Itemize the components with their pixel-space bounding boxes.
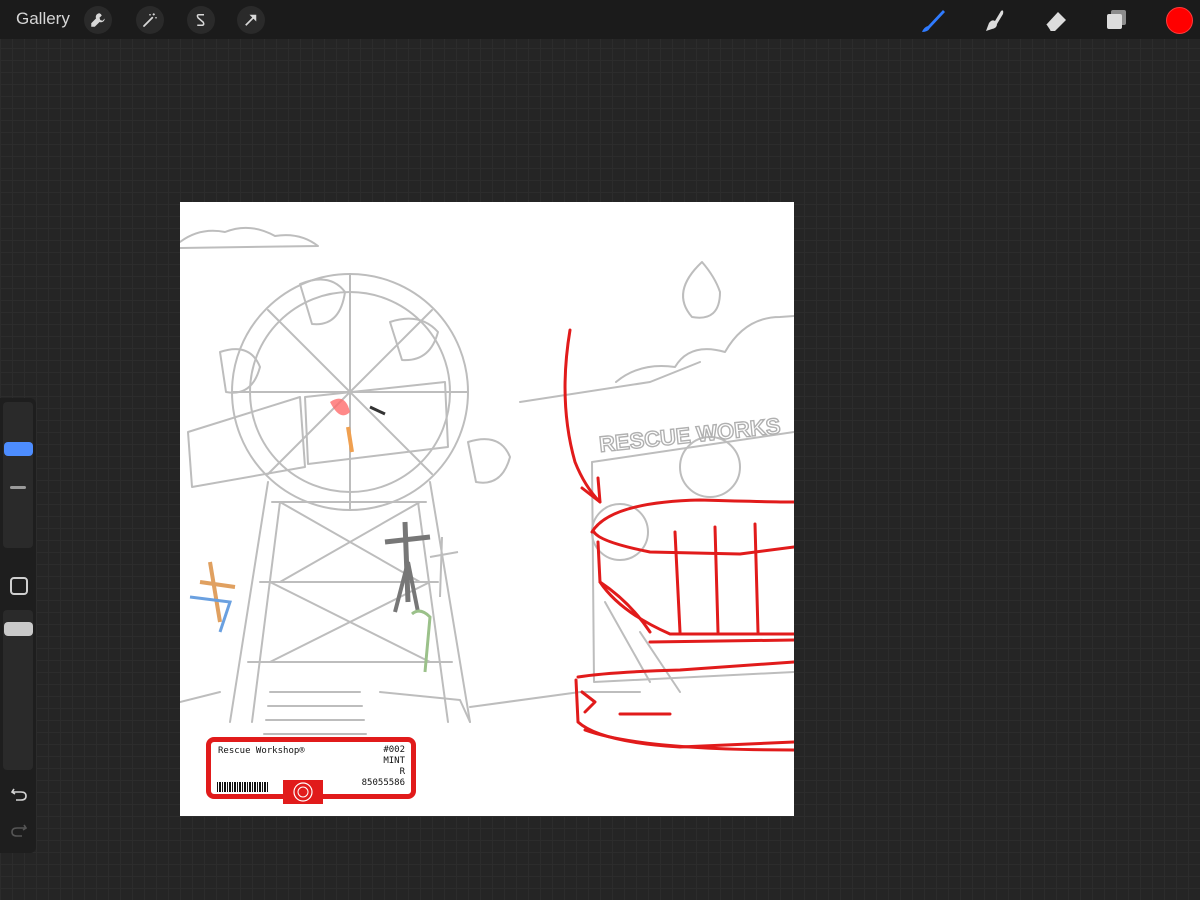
rescue-works-sign: RESCUE WORKS bbox=[598, 413, 782, 457]
slab-label-sticker: Rescue Workshop® #002 MINT R 85055586 bbox=[206, 737, 416, 804]
sticker-number: #002 bbox=[383, 745, 405, 755]
sticker-title: Rescue Workshop® bbox=[218, 746, 305, 756]
slider-tick bbox=[10, 486, 26, 489]
brush-size-thumb[interactable] bbox=[4, 442, 33, 456]
redo-icon[interactable] bbox=[10, 821, 28, 844]
layers-icon[interactable] bbox=[1102, 5, 1132, 35]
sketch-artwork: RESCUE WORKS bbox=[180, 226, 794, 752]
colored-figures bbox=[189, 398, 459, 673]
transform-arrow-icon[interactable] bbox=[237, 6, 265, 34]
sticker-badge bbox=[283, 780, 323, 804]
top-toolbar: Gallery bbox=[0, 0, 1200, 39]
wrench-icon[interactable] bbox=[84, 6, 112, 34]
smudge-icon[interactable] bbox=[979, 5, 1009, 35]
barcode bbox=[217, 782, 269, 792]
sticker-grade: MINT bbox=[383, 756, 405, 766]
side-panel bbox=[0, 398, 36, 853]
square-modify-icon[interactable] bbox=[10, 577, 28, 595]
red-sketch bbox=[563, 328, 794, 752]
sticker-mark: R bbox=[399, 767, 405, 777]
brush-icon[interactable] bbox=[918, 5, 948, 35]
sticker-code: 85055586 bbox=[361, 778, 405, 788]
drawing-canvas[interactable]: RESCUE WORKS bbox=[180, 202, 794, 816]
magic-wand-icon[interactable] bbox=[136, 6, 164, 34]
eraser-icon[interactable] bbox=[1041, 5, 1071, 35]
opacity-thumb[interactable] bbox=[4, 622, 33, 636]
selection-s-icon[interactable] bbox=[187, 6, 215, 34]
color-picker-button[interactable] bbox=[1166, 7, 1193, 34]
opacity-slider[interactable] bbox=[3, 610, 33, 770]
gallery-button[interactable]: Gallery bbox=[16, 9, 70, 29]
undo-icon[interactable] bbox=[10, 785, 28, 808]
sticker-info: #002 MINT R 85055586 bbox=[362, 745, 405, 789]
brush-size-slider[interactable] bbox=[3, 402, 33, 548]
